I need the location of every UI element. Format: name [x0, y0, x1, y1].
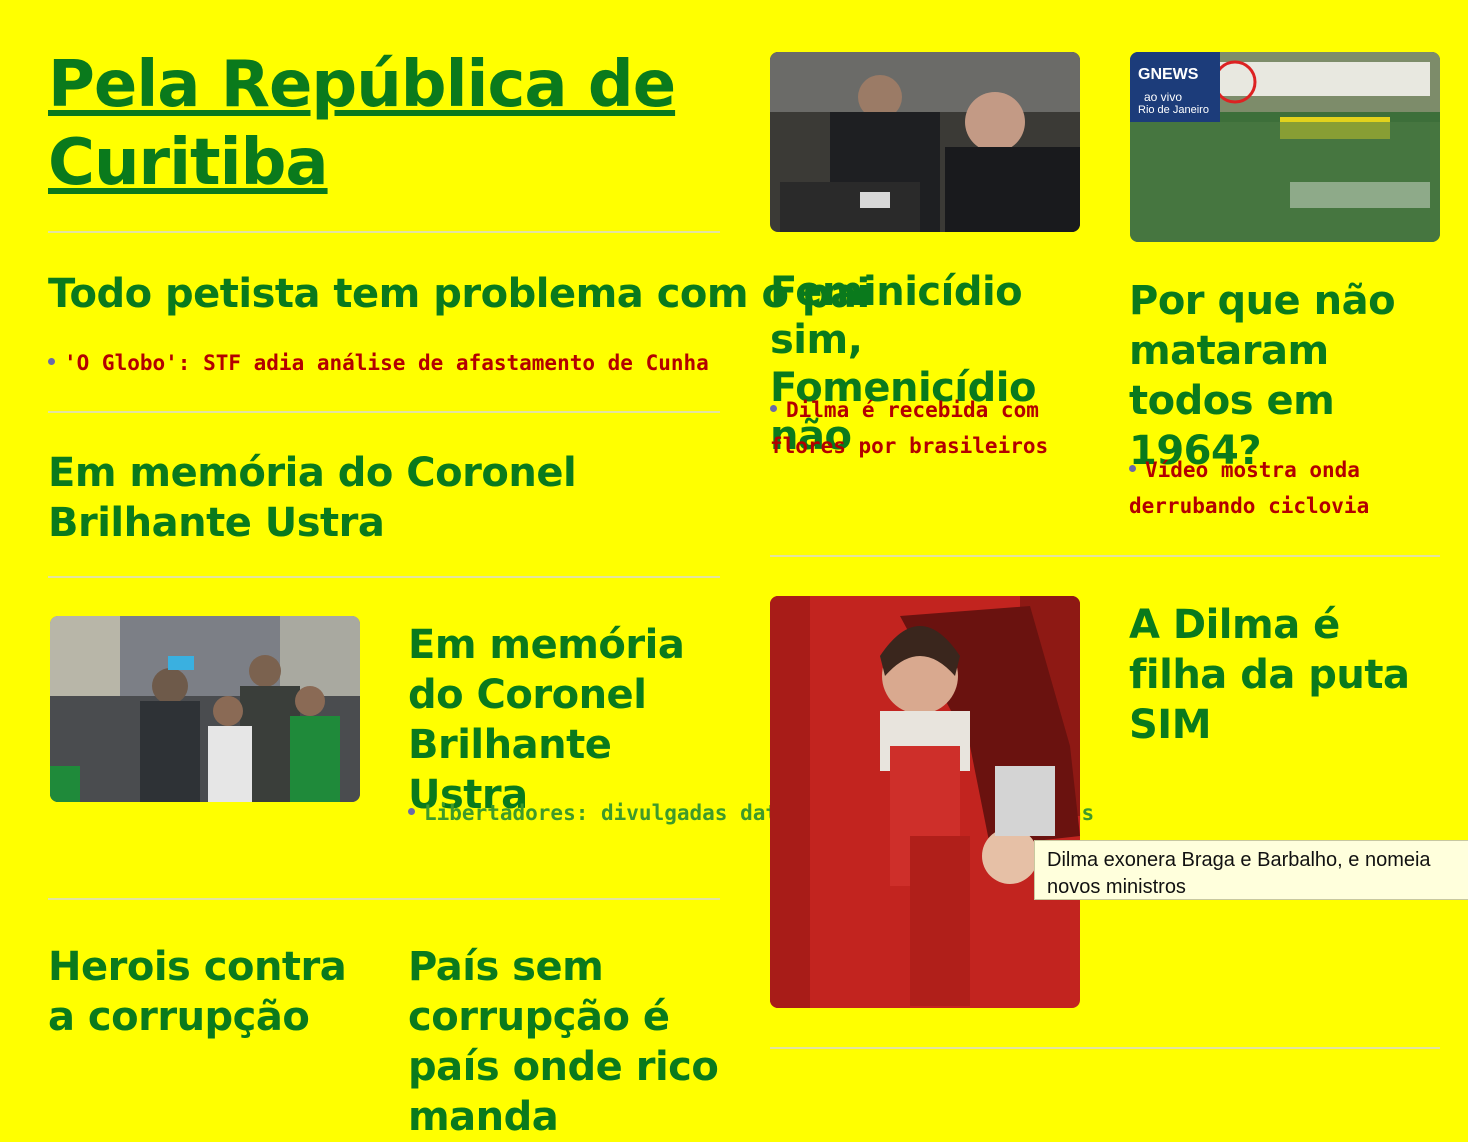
image-live-label: ao vivo	[1144, 90, 1183, 104]
related-link[interactable]: Dilma é recebida com flores por brasilei…	[770, 392, 1090, 464]
story-photo[interactable]: GNEWS ao vivo Rio de Janeiro	[1130, 52, 1440, 242]
bullet-icon	[408, 807, 415, 815]
story-headline[interactable]: Em memória do Coronel Brilhante Ustra	[48, 448, 708, 548]
divider	[770, 555, 1440, 557]
bullet-icon	[1129, 464, 1136, 472]
story-headline[interactable]: Em memória do Coronel Brilhante Ustra	[408, 620, 728, 820]
image-brand: GNEWS	[1138, 66, 1199, 83]
story-headline[interactable]: A Dilma é filha da puta SIM	[1129, 600, 1449, 750]
divider	[48, 231, 720, 233]
divider	[48, 576, 720, 578]
story-photo[interactable]	[770, 596, 1080, 1008]
bullet-icon	[770, 404, 777, 412]
story-headline[interactable]: Herois contra a corrupção	[48, 942, 368, 1042]
related-link[interactable]: 'O Globo': STF adia análise de afastamen…	[48, 345, 738, 381]
divider	[770, 1047, 1440, 1049]
story-photo[interactable]	[50, 616, 360, 802]
image-place-label: Rio de Janeiro	[1138, 104, 1209, 116]
related-link[interactable]: Libertadores: divulgadas datas e horário…	[408, 795, 1094, 831]
story-headline[interactable]: Todo petista tem problema com o pai	[48, 268, 870, 320]
story-headline[interactable]: Por que não mataram todos em 1964?	[1129, 276, 1449, 476]
bullet-icon	[48, 357, 55, 365]
related-link[interactable]: Vídeo mostra onda derrubando ciclovia	[1129, 452, 1439, 524]
story-headline[interactable]: País sem corrupção é país onde rico mand…	[408, 942, 728, 1142]
site-title[interactable]: Pela República de Curitiba	[48, 46, 688, 202]
divider	[48, 411, 720, 413]
story-photo[interactable]	[770, 52, 1080, 232]
link-tooltip: Dilma exonera Braga e Barbalho, e nomeia…	[1034, 840, 1468, 900]
divider	[48, 898, 720, 900]
